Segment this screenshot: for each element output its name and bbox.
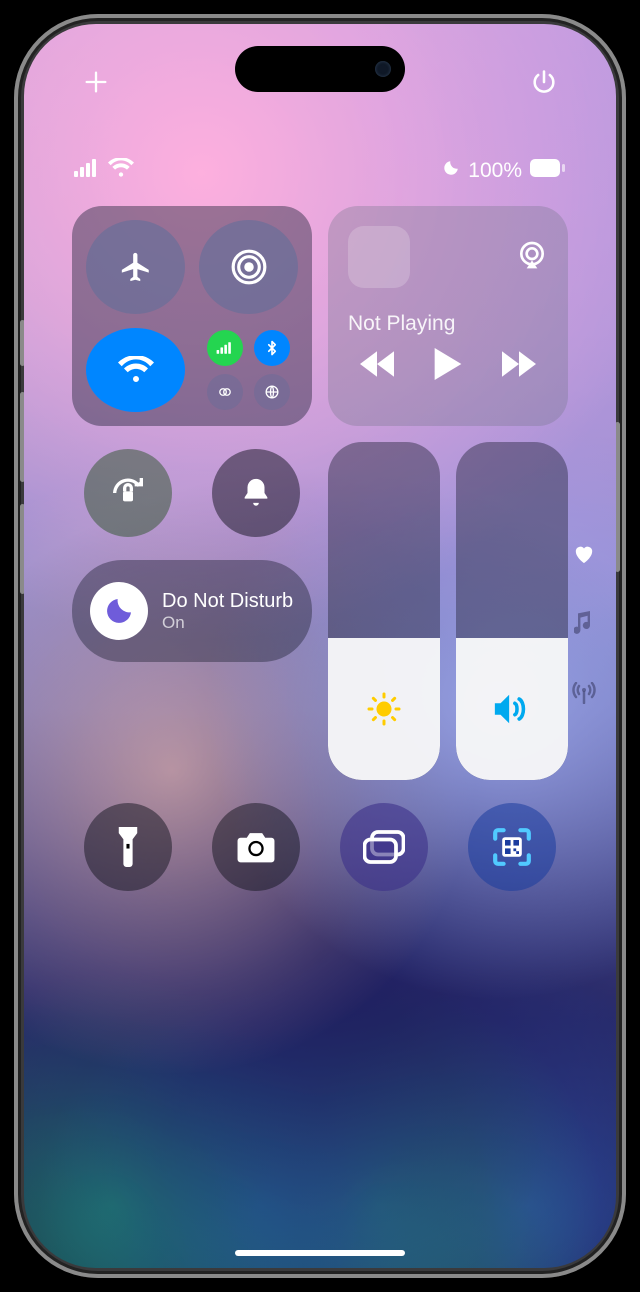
connectivity-module[interactable] <box>72 206 312 426</box>
orientation-lock-toggle[interactable] <box>84 449 172 537</box>
silent-mode-toggle[interactable] <box>212 449 300 537</box>
media-module[interactable]: Not Playing <box>328 206 568 426</box>
dynamic-island <box>235 46 405 92</box>
page-indicator[interactable] <box>572 544 596 709</box>
speaker-icon <box>492 691 532 727</box>
home-indicator[interactable] <box>235 1250 405 1256</box>
airplay-icon[interactable] <box>516 239 548 276</box>
previous-track-button[interactable] <box>360 351 394 382</box>
play-button[interactable] <box>434 348 462 385</box>
vpn-toggle[interactable] <box>254 374 290 410</box>
airplane-mode-toggle[interactable] <box>86 220 185 314</box>
flashlight-button[interactable] <box>84 803 172 891</box>
personal-hotspot-toggle[interactable] <box>207 374 243 410</box>
moon-icon <box>442 159 460 183</box>
bluetooth-toggle[interactable] <box>254 330 290 366</box>
wifi-icon <box>108 158 134 184</box>
focus-mode-button[interactable]: Do Not Disturb On <box>72 560 312 662</box>
screen-mirroring-button[interactable] <box>340 803 428 891</box>
screen: 100% <box>24 24 616 1268</box>
moon-icon <box>90 582 148 640</box>
power-button[interactable] <box>530 68 558 96</box>
music-note-icon[interactable] <box>574 611 594 640</box>
add-control-button[interactable] <box>82 68 110 96</box>
focus-state: On <box>162 613 293 633</box>
connectivity-sub-cluster[interactable] <box>199 328 298 412</box>
antenna-icon[interactable] <box>572 682 596 709</box>
airdrop-toggle[interactable] <box>199 220 298 314</box>
code-scanner-button[interactable] <box>468 803 556 891</box>
cellular-icon <box>74 159 100 183</box>
iphone-device-frame: 100% <box>14 14 626 1278</box>
camera-button[interactable] <box>212 803 300 891</box>
media-artwork <box>348 226 410 288</box>
battery-icon <box>530 159 566 183</box>
volume-slider[interactable] <box>456 442 568 780</box>
battery-percent: 100% <box>468 159 522 183</box>
heart-icon[interactable] <box>573 544 595 569</box>
next-track-button[interactable] <box>502 351 536 382</box>
cellular-data-toggle[interactable] <box>207 330 243 366</box>
wifi-toggle[interactable] <box>86 328 185 412</box>
brightness-slider[interactable] <box>328 442 440 780</box>
sun-icon <box>366 691 402 727</box>
focus-title: Do Not Disturb <box>162 590 293 613</box>
status-bar: 100% <box>24 158 616 184</box>
media-status-label: Not Playing <box>348 312 548 336</box>
